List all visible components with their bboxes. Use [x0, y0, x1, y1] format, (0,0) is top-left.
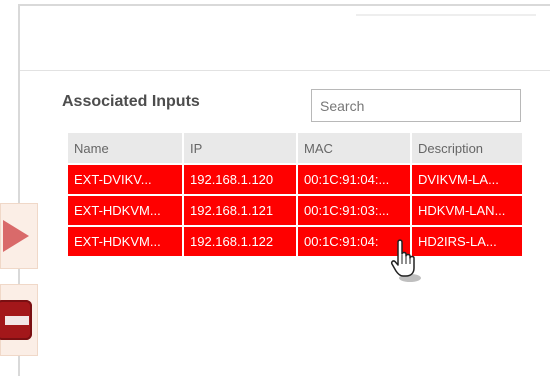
associated-inputs-table: Name IP MAC Description EXT-DVIKV... 192… — [66, 131, 524, 258]
cell-name[interactable]: EXT-HDKVM... — [68, 227, 182, 256]
cell-name[interactable]: EXT-DVIKV... — [68, 165, 182, 194]
cell-name[interactable]: EXT-HDKVM... — [68, 196, 182, 225]
cell-ip[interactable]: 192.168.1.121 — [184, 196, 296, 225]
cell-mac[interactable]: 00:1C:91:04:... — [298, 165, 410, 194]
cell-mac[interactable]: 00:1C:91:03:... — [298, 196, 410, 225]
table-row[interactable]: EXT-DVIKV... 192.168.1.120 00:1C:91:04:.… — [68, 165, 522, 194]
cell-description[interactable]: DVIKVM-LA... — [412, 165, 522, 194]
header-strip — [20, 6, 550, 71]
hand-pointer-icon — [391, 239, 421, 282]
table-row[interactable]: EXT-HDKVM... 192.168.1.121 00:1C:91:03:.… — [68, 196, 522, 225]
stop-button[interactable] — [0, 284, 38, 356]
section-title: Associated Inputs — [62, 93, 200, 110]
column-header-description[interactable]: Description — [412, 133, 522, 163]
play-icon — [3, 220, 29, 252]
stop-icon — [0, 300, 32, 340]
cell-description[interactable]: HD2IRS-LA... — [412, 227, 522, 256]
cell-ip[interactable]: 192.168.1.122 — [184, 227, 296, 256]
column-header-ip[interactable]: IP — [184, 133, 296, 163]
table-row[interactable]: EXT-HDKVM... 192.168.1.122 00:1C:91:04: … — [68, 227, 522, 256]
table-header-row: Name IP MAC Description — [68, 133, 522, 163]
play-button[interactable] — [0, 203, 38, 269]
toolbar-divider — [356, 14, 536, 16]
search-input[interactable] — [311, 89, 521, 122]
column-header-name[interactable]: Name — [68, 133, 182, 163]
cell-description[interactable]: HDKVM-LAN... — [412, 196, 522, 225]
cell-ip[interactable]: 192.168.1.120 — [184, 165, 296, 194]
column-header-mac[interactable]: MAC — [298, 133, 410, 163]
